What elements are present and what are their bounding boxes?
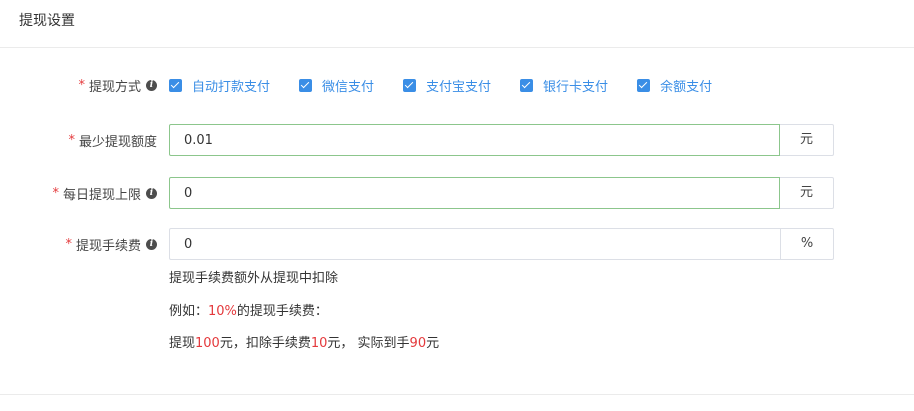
min-amount-row: * 最少提现额度 元	[0, 124, 914, 156]
checkbox-checked-icon[interactable]	[169, 78, 182, 92]
required-mark: *	[78, 77, 85, 93]
fee-help-example: 例如：10%的提现手续费：	[169, 300, 328, 319]
calc-text-a: 提现	[169, 336, 196, 351]
fee-input-group: %	[169, 228, 834, 260]
checkbox-label[interactable]: 支付宝支付	[426, 76, 491, 95]
calc-fee: 10	[310, 336, 328, 351]
panel-header: 提现设置	[0, 0, 914, 48]
withdraw-methods-label: * 提现方式 i	[78, 70, 157, 100]
checkbox-label[interactable]: 微信支付	[322, 76, 374, 95]
checkbox-bank-card[interactable]: 银行卡支付	[520, 76, 608, 95]
daily-limit-input-group: 元	[169, 177, 834, 209]
example-rate: 10%	[208, 304, 237, 319]
fee-help-calculation: 提现100元，扣除手续费10元， 实际到手90元	[169, 332, 439, 351]
min-amount-label: * 最少提现额度	[68, 124, 157, 156]
fee-input[interactable]	[169, 228, 780, 260]
min-amount-unit: 元	[780, 124, 834, 156]
daily-limit-label: * 每日提现上限 i	[52, 177, 157, 209]
required-mark: *	[65, 236, 72, 252]
min-amount-input-group: 元	[169, 124, 834, 156]
info-icon[interactable]: i	[146, 238, 157, 250]
fee-unit: %	[780, 228, 834, 260]
calc-text-b: 元，扣除手续费	[219, 336, 311, 351]
checkbox-checked-icon[interactable]	[520, 78, 534, 92]
info-icon[interactable]: i	[146, 187, 157, 199]
daily-limit-unit: 元	[780, 177, 834, 209]
checkbox-checked-icon[interactable]	[403, 78, 417, 92]
checkbox-alipay[interactable]: 支付宝支付	[403, 76, 491, 95]
fee-label-text: 提现手续费	[75, 238, 141, 254]
checkbox-label[interactable]: 银行卡支付	[543, 76, 608, 95]
checkbox-label[interactable]: 自动打款支付	[192, 76, 270, 95]
calc-text-c: 元， 实际到手	[327, 336, 410, 351]
divider	[0, 394, 914, 395]
fee-help-line1: 提现手续费额外从提现中扣除	[169, 271, 339, 286]
calc-amount: 100	[195, 336, 220, 351]
withdraw-methods-label-text: 提现方式	[88, 79, 141, 95]
info-icon[interactable]: i	[146, 79, 157, 91]
daily-limit-input[interactable]	[169, 177, 780, 209]
calc-text-d: 元	[426, 336, 440, 351]
checkbox-auto-payout[interactable]: 自动打款支付	[169, 76, 270, 95]
fee-row: * 提现手续费 i %	[0, 228, 914, 260]
checkbox-label[interactable]: 余额支付	[660, 76, 712, 95]
checkbox-balance[interactable]: 余额支付	[637, 76, 712, 95]
checkbox-wechat-pay[interactable]: 微信支付	[299, 76, 374, 95]
panel-title: 提现设置	[19, 13, 75, 29]
fee-label: * 提现手续费 i	[65, 228, 157, 260]
calc-net: 90	[409, 336, 427, 351]
example-suffix: 的提现手续费：	[236, 304, 328, 319]
required-mark: *	[68, 132, 75, 148]
required-mark: *	[52, 185, 59, 201]
checkbox-checked-icon[interactable]	[299, 78, 313, 92]
withdraw-methods-row: * 提现方式 i 自动打款支付 微信支付 支付宝支付 银行卡支付 余额支付	[0, 70, 914, 100]
daily-limit-label-text: 每日提现上限	[62, 187, 141, 203]
min-amount-label-text: 最少提现额度	[78, 134, 157, 150]
daily-limit-row: * 每日提现上限 i 元	[0, 177, 914, 209]
example-prefix: 例如：	[169, 304, 209, 319]
checkbox-checked-icon[interactable]	[637, 78, 651, 92]
min-amount-input[interactable]	[169, 124, 780, 156]
withdraw-methods-checkboxes: 自动打款支付 微信支付 支付宝支付 银行卡支付 余额支付	[169, 70, 741, 100]
